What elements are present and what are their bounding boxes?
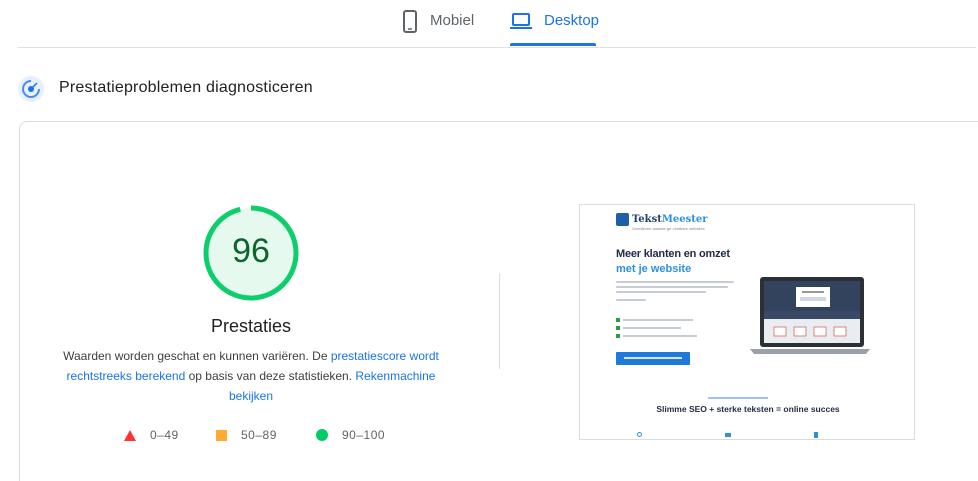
performance-score: 96 <box>232 232 270 270</box>
feature-icon <box>814 432 818 438</box>
smartphone-icon <box>402 10 418 38</box>
thumbnail-checklist <box>616 318 697 342</box>
thumbnail-subheading: Slimme SEO + sterke teksten = online suc… <box>656 404 840 414</box>
thumbnail-logo: TekstMeester <box>616 213 708 226</box>
tabs-divider <box>18 47 976 48</box>
page-screenshot: TekstMeester Goedlezen waarde-ge-vindbar… <box>579 204 915 440</box>
logo-icon <box>616 213 629 226</box>
gauge-title: Prestaties <box>210 316 292 336</box>
diagnostics-icon <box>18 76 44 102</box>
thumbnail-tagline: Goedlezen waarde-ge-vindbare websites <box>632 226 705 231</box>
thumbnail-kicker <box>708 397 768 399</box>
laptop-image <box>750 275 870 360</box>
score-description: Waarden worden geschat en kunnen variëre… <box>56 346 446 406</box>
tab-mobile-label: Mobiel <box>430 12 475 29</box>
tab-desktop[interactable]: Desktop <box>510 10 599 44</box>
square-icon <box>216 429 227 441</box>
thumbnail-cta-button <box>616 352 690 365</box>
device-tabs: Mobiel Desktop <box>0 0 978 48</box>
laptop-icon <box>510 10 532 36</box>
description-text-1: Waarden worden geschat en kunnen variëre… <box>63 349 331 363</box>
description-text-2: op basis van deze statistieken. <box>185 369 356 383</box>
section-title: Prestatieproblemen diagnosticeren <box>59 79 313 96</box>
legend-fail: 0–49 <box>124 426 179 444</box>
legend-pass-label: 90–100 <box>342 428 386 442</box>
legend-pass: 90–100 <box>316 426 385 444</box>
thumbnail-body-text <box>616 281 736 304</box>
vertical-divider <box>499 273 500 369</box>
circle-icon <box>316 429 328 441</box>
triangle-icon <box>124 429 136 441</box>
active-tab-indicator <box>510 43 596 46</box>
tab-desktop-label: Desktop <box>544 12 600 29</box>
feature-icon <box>725 433 731 437</box>
tab-mobile[interactable]: Mobiel <box>402 10 474 44</box>
thumbnail-headline-2: met je website <box>616 263 692 275</box>
logo-text-1: Tekst <box>632 214 662 225</box>
legend-average: 50–89 <box>216 426 277 444</box>
legend-average-label: 50–89 <box>241 428 277 442</box>
legend-fail-label: 0–49 <box>150 428 179 442</box>
thumbnail-headline-1: Meer klanten en omzet <box>616 248 730 260</box>
logo-text-2: Meester <box>661 214 708 225</box>
feature-icon <box>637 432 642 437</box>
